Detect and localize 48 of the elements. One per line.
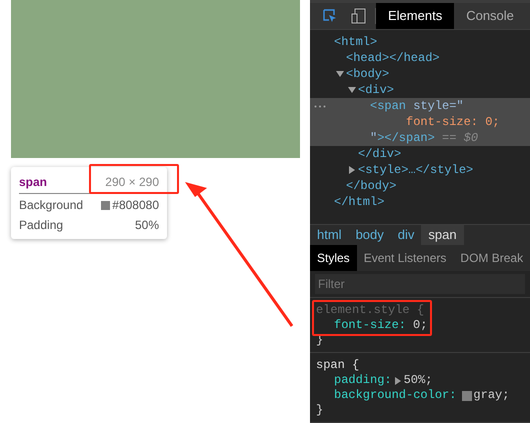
tag-text[interactable]: <body> [346,66,390,82]
color-swatch [101,200,110,210]
expand-triangle-icon[interactable] [394,376,401,384]
rule-selector: element.style { [316,303,426,318]
breadcrumb-item[interactable]: div [390,224,422,246]
code-text: style=" [413,98,464,113]
code-text: ></span> [377,130,435,145]
tag-text[interactable]: </body> [346,178,396,193]
code-text: <span [370,98,408,113]
code-text: font-size: 0; [406,114,500,129]
property-label: Background [19,197,84,214]
property-label: Padding [19,217,64,234]
tag-text[interactable]: <style>…</style> [358,162,474,178]
styles-tab[interactable]: DOM Break [453,245,530,271]
css-value: 0; [413,318,428,333]
element-size: 290 × 290 [105,174,159,191]
expanded-triangle-icon[interactable] [348,86,358,94]
tag-name: span [19,174,48,191]
css-property: background-color: [334,388,456,403]
css-value: gray; [473,388,510,403]
panel-tab[interactable]: Console [454,3,526,29]
code-text: == $0 [441,130,478,145]
css-value: 50%; [404,373,432,388]
breadcrumb-item[interactable]: body [348,224,391,246]
color-swatch[interactable] [462,390,472,400]
tag-text[interactable]: <head></head> [346,50,440,66]
css-property: font-size: [334,318,406,333]
device-icon[interactable] [351,8,366,24]
tag-text[interactable]: </div> [358,146,402,161]
ellipsis-icon[interactable] [314,104,326,108]
expanded-triangle-icon[interactable] [336,70,346,78]
property-value: 50% [134,217,159,234]
rule-close: } [316,403,324,418]
styles-tab[interactable]: Styles [310,245,357,271]
property-value: #808080 [112,197,159,214]
styles-tab[interactable]: Event Listeners [356,245,454,271]
tag-text[interactable]: </html> [334,194,384,209]
selected-node[interactable]: <span style=" font-size: 0; "></span> == $0 [310,98,530,146]
panel-tab[interactable]: Elements [376,3,454,29]
code-text: " [370,130,378,145]
filter-field[interactable]: Filter [315,274,526,294]
tag-text[interactable]: <div> [358,82,394,98]
tag-text[interactable]: <html> [334,34,378,50]
inspect-icon[interactable] [323,8,337,23]
breadcrumb-item[interactable]: html [310,224,349,246]
breadcrumb-item[interactable]: span [421,224,464,246]
rule-selector: span { [316,358,360,373]
css-property: padding: [334,373,392,388]
